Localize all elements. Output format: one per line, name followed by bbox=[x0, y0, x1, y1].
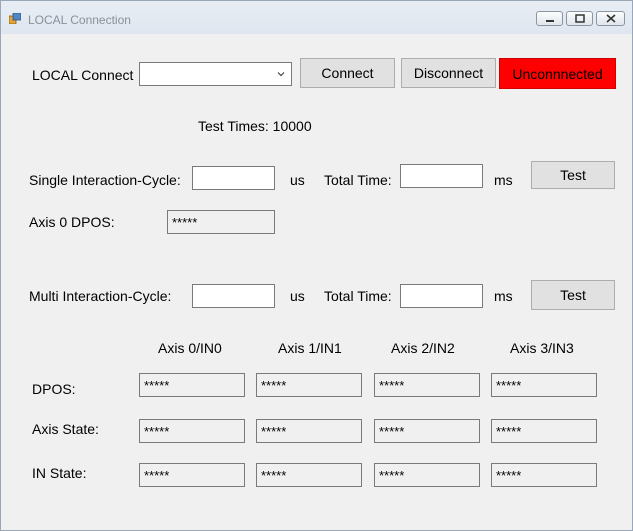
row-label-in-state: IN State: bbox=[32, 465, 87, 481]
dpos-axis0-field[interactable] bbox=[139, 373, 245, 397]
maximize-icon bbox=[574, 14, 585, 23]
dpos-axis2-field[interactable] bbox=[374, 373, 480, 397]
single-total-label: Total Time: bbox=[324, 172, 392, 188]
in-state-axis3-field[interactable] bbox=[491, 463, 597, 487]
connect-button[interactable]: Connect bbox=[300, 58, 395, 88]
local-connect-label: LOCAL Connect bbox=[32, 67, 134, 83]
multi-total-unit: ms bbox=[494, 288, 513, 304]
disconnect-button[interactable]: Disconnect bbox=[401, 58, 496, 88]
minimize-button[interactable] bbox=[536, 11, 563, 26]
single-total-input[interactable] bbox=[400, 164, 483, 188]
axis-state-axis3-field[interactable] bbox=[491, 419, 597, 443]
column-header: Axis 2/IN2 bbox=[391, 340, 455, 356]
column-header: Axis 1/IN1 bbox=[278, 340, 342, 356]
chevron-down-icon bbox=[277, 72, 285, 77]
close-icon bbox=[605, 14, 616, 23]
row-label-dpos: DPOS: bbox=[32, 381, 76, 397]
multi-total-label: Total Time: bbox=[324, 288, 392, 304]
minimize-icon bbox=[545, 19, 554, 22]
window-title: LOCAL Connection bbox=[28, 13, 131, 27]
test-times-label: Test Times: 10000 bbox=[198, 118, 312, 134]
axis-state-axis1-field[interactable] bbox=[256, 419, 362, 443]
column-header: Axis 3/IN3 bbox=[510, 340, 574, 356]
in-state-axis2-field[interactable] bbox=[374, 463, 480, 487]
connection-status-button[interactable]: Unconnnected bbox=[499, 58, 616, 89]
in-state-axis1-field[interactable] bbox=[256, 463, 362, 487]
axis-state-axis0-field[interactable] bbox=[139, 419, 245, 443]
dpos-axis1-field[interactable] bbox=[256, 373, 362, 397]
multi-cycle-label: Multi Interaction-Cycle: bbox=[29, 288, 172, 304]
multi-total-input[interactable] bbox=[400, 284, 483, 308]
single-cycle-unit: us bbox=[290, 172, 305, 188]
main-panel: LOCAL Connect Connect Disconnect Unconnn… bbox=[8, 34, 626, 524]
single-cycle-input[interactable] bbox=[192, 166, 275, 190]
single-test-button[interactable]: Test bbox=[531, 161, 615, 189]
single-cycle-label: Single Interaction-Cycle: bbox=[29, 172, 181, 188]
multi-test-button[interactable]: Test bbox=[531, 280, 615, 310]
multi-cycle-unit: us bbox=[290, 288, 305, 304]
single-total-unit: ms bbox=[494, 172, 513, 188]
app-window: LOCAL Connection LOCAL Connect Connect D… bbox=[0, 0, 633, 531]
axis0-dpos-label: Axis 0 DPOS: bbox=[29, 214, 115, 230]
maximize-button[interactable] bbox=[566, 11, 593, 26]
row-label-axis-state: Axis State: bbox=[32, 421, 99, 437]
title-bar[interactable]: LOCAL Connection bbox=[1, 1, 632, 34]
in-state-axis0-field[interactable] bbox=[139, 463, 245, 487]
column-header: Axis 0/IN0 bbox=[158, 340, 222, 356]
dpos-axis3-field[interactable] bbox=[491, 373, 597, 397]
connection-combobox[interactable] bbox=[139, 62, 292, 86]
axis0-dpos-field[interactable] bbox=[167, 210, 275, 234]
axis-state-axis2-field[interactable] bbox=[374, 419, 480, 443]
close-button[interactable] bbox=[596, 11, 625, 26]
multi-cycle-input[interactable] bbox=[192, 284, 275, 308]
app-icon bbox=[9, 13, 21, 24]
